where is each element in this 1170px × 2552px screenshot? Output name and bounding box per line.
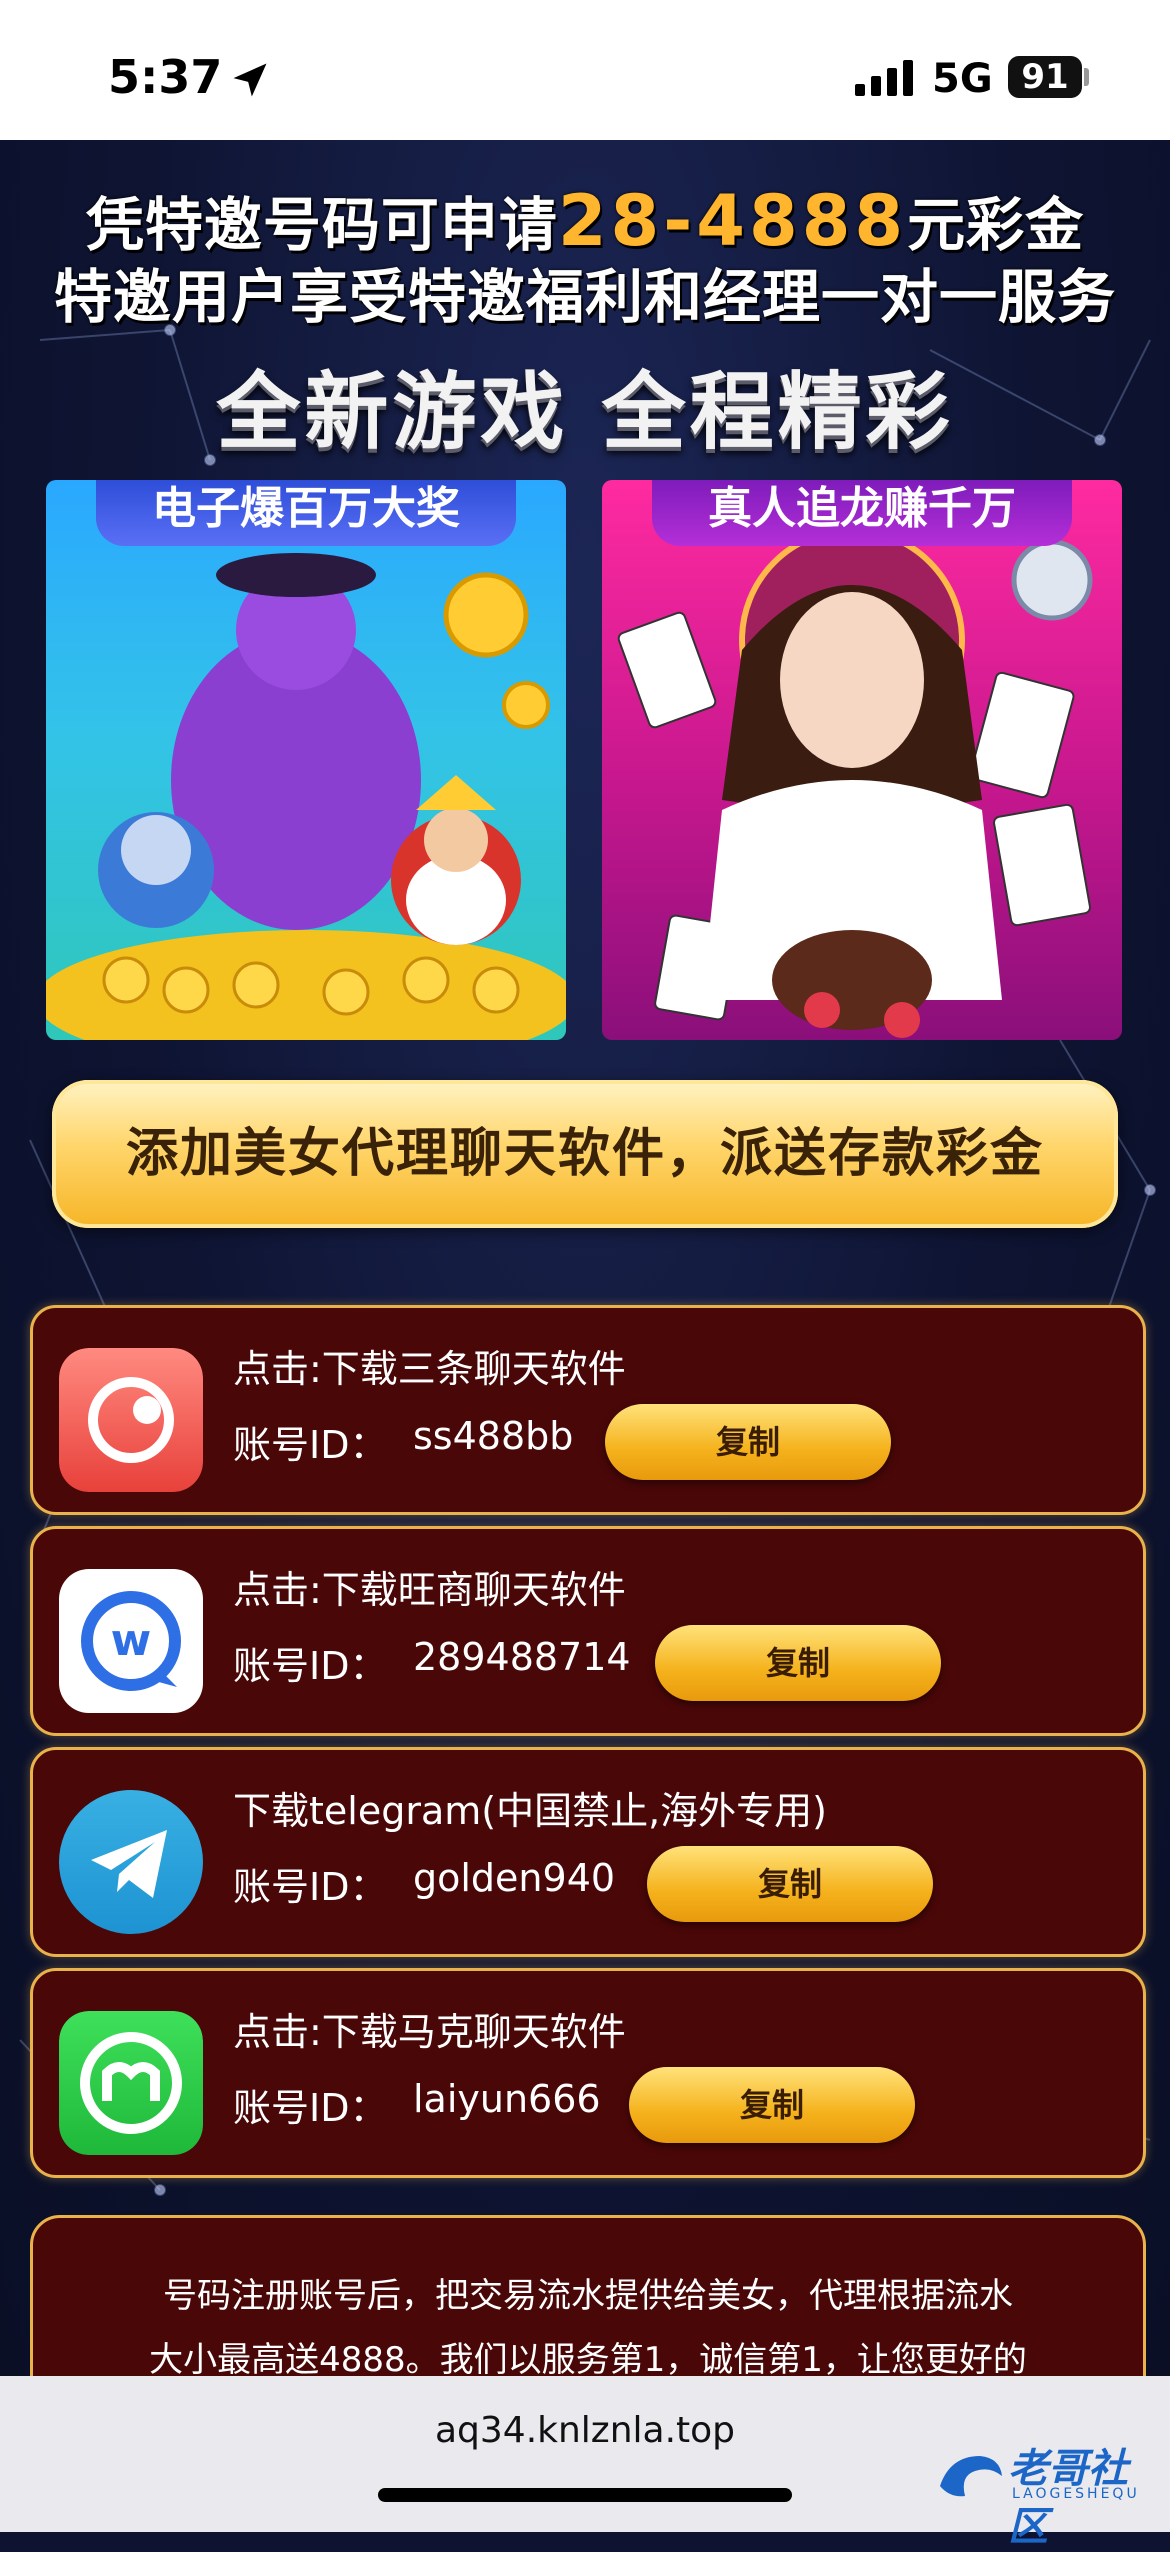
headline-prefix: 凭特邀号码可申请	[85, 191, 558, 259]
account-id-label: 账号ID：	[233, 2086, 388, 2130]
sanjiao-chat-icon	[59, 1348, 203, 1492]
app-row-sanjiao[interactable]: 点击:下载三条聊天软件 账号ID： ss488bb 复制	[30, 1305, 1146, 1515]
app-row-make[interactable]: 点击:下载马克聊天软件 账号ID： laiyun666 复制	[30, 1968, 1146, 2178]
account-id: ss488bb	[413, 1414, 574, 1458]
app-title[interactable]: 点击:下载旺商聊天软件	[233, 1559, 626, 1614]
info-box: 号码注册账号后，把交易流水提供给美女，代理根据流水 大小最高送4888。我们以服…	[30, 2215, 1146, 2376]
account-id-label: 账号ID：	[233, 1865, 388, 1909]
card-electronic-games[interactable]: 电子爆百万大奖	[46, 480, 566, 1040]
promo-banner[interactable]: 添加美女代理聊天软件，派送存款彩金	[52, 1080, 1118, 1228]
account-id: laiyun666	[413, 2077, 601, 2121]
slot-game-illustration	[46, 553, 566, 1040]
account-id-label: 账号ID：	[233, 1644, 388, 1688]
info-text: 号码注册账号后，把交易流水提供给美女，代理根据流水 大小最高送4888。我们以服…	[103, 2264, 1073, 2376]
copy-button[interactable]: 复制	[655, 1625, 941, 1701]
app-title[interactable]: 点击:下载三条聊天软件	[233, 1338, 626, 1393]
headline-suffix: 元彩金	[907, 191, 1085, 259]
battery-icon: 91	[1008, 56, 1082, 98]
live-dealer-illustration	[617, 527, 1093, 1038]
svg-text:w: w	[111, 1615, 152, 1666]
watermark: 老哥社区 LAOGESHEQU	[930, 2436, 1160, 2550]
app-row-wangshang[interactable]: w 点击:下载旺商聊天软件 账号ID： 289488714 复制	[30, 1526, 1146, 1736]
network-type: 5G	[932, 56, 993, 102]
dragon-logo-icon	[940, 2456, 1002, 2497]
make-chat-icon	[59, 2011, 203, 2155]
wangshang-chat-icon: w	[59, 1569, 203, 1713]
card-title: 真人追龙赚千万	[652, 480, 1072, 546]
watermark-sub: LAOGESHEQU	[1012, 2486, 1140, 2502]
telegram-icon	[59, 1790, 203, 1934]
status-time: 5:37	[108, 50, 223, 104]
location-arrow-icon	[233, 63, 267, 97]
info-line: 号码注册账号后，把交易流水提供给美女，代理根据流水	[163, 2276, 1013, 2316]
account-id: golden940	[413, 1856, 616, 1900]
status-bar: 5:37 5G 91	[0, 0, 1170, 140]
signal-icon	[855, 60, 913, 96]
battery-tip	[1084, 68, 1089, 86]
browser-bottom-bar: aq34.knlznla.top 老哥社区 LAOGESHEQU	[0, 2376, 1170, 2550]
copy-button[interactable]: 复制	[647, 1846, 933, 1922]
app-row-telegram[interactable]: 下载telegram(中国禁止,海外专用) 账号ID： golden940 复制	[30, 1747, 1146, 1957]
promo-banner-text: 添加美女代理聊天软件，派送存款彩金	[125, 1124, 1044, 1184]
copy-button[interactable]: 复制	[629, 2067, 915, 2143]
info-line: 大小最高送4888。我们以服务第1，诚信第1，让您更好的	[149, 2340, 1027, 2376]
app-title[interactable]: 下载telegram(中国禁止,海外专用)	[233, 1780, 827, 1835]
card-title: 电子爆百万大奖	[96, 480, 516, 546]
page-content[interactable]: 凭特邀号码可申请28-4888元彩金 特邀用户享受特邀福利和经理一对一服务 全新…	[0, 140, 1170, 2376]
copy-button[interactable]: 复制	[605, 1404, 891, 1480]
headline-line2: 特邀用户享受特邀福利和经理一对一服务	[53, 263, 1116, 331]
home-indicator[interactable]	[378, 2488, 792, 2502]
card-live-casino[interactable]: 真人追龙赚千万	[602, 480, 1122, 1040]
app-title[interactable]: 点击:下载马克聊天软件	[233, 2001, 626, 2056]
account-id-label: 账号ID：	[233, 1423, 388, 1467]
subhead: 全新游戏 全程精彩	[216, 363, 954, 461]
account-id: 289488714	[413, 1635, 631, 1679]
